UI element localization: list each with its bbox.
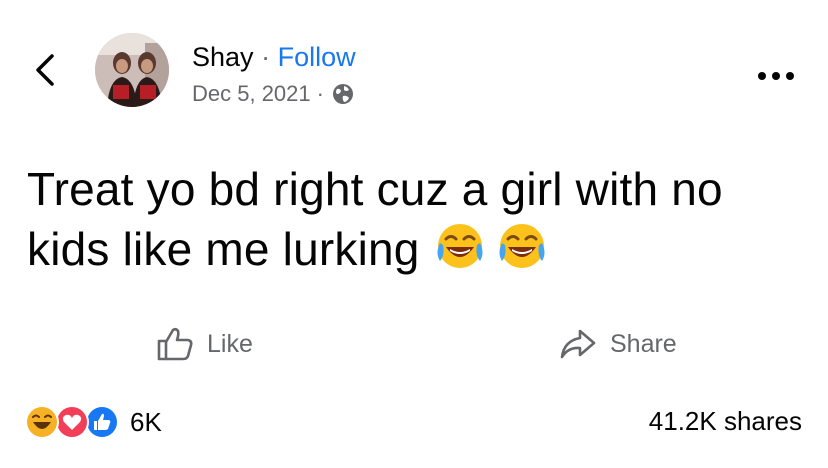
haha-reaction-icon <box>25 405 59 439</box>
name-separator: · <box>261 42 271 72</box>
chevron-left-icon <box>36 54 54 86</box>
author-row: Shay · Follow <box>192 40 356 74</box>
face-with-tears-of-joy-icon <box>437 224 483 268</box>
post-text: Treat yo bd right cuz a girl with no kid… <box>27 160 807 279</box>
thumbs-up-icon <box>157 327 193 361</box>
like-button[interactable]: Like <box>155 322 253 366</box>
meta-separator: · <box>316 81 324 106</box>
reaction-count: 6K <box>130 406 162 437</box>
share-button[interactable]: Share <box>558 322 677 366</box>
share-label: Share <box>610 329 677 358</box>
more-horizontal-icon <box>758 72 794 80</box>
post-text-body: Treat yo bd right cuz a girl with no kid… <box>27 163 723 275</box>
avatar-photo <box>95 33 169 107</box>
follow-button[interactable]: Follow <box>278 42 356 72</box>
avatar[interactable] <box>95 33 169 107</box>
share-arrow-icon <box>560 329 596 359</box>
face-with-tears-of-joy-icon <box>499 224 545 268</box>
author-name[interactable]: Shay <box>192 42 254 72</box>
emoji-group <box>434 219 548 271</box>
post-meta: Dec 5, 2021 · <box>192 80 354 108</box>
like-label: Like <box>207 329 253 358</box>
shares-count[interactable]: 41.2K shares <box>649 406 802 437</box>
more-options-button[interactable] <box>754 66 798 86</box>
globe-icon[interactable] <box>332 83 354 105</box>
post-page: Shay · Follow Dec 5, 2021 · Treat yo bd … <box>0 0 828 468</box>
reactions-summary[interactable]: 6K <box>24 404 162 440</box>
post-date[interactable]: Dec 5, 2021 <box>192 80 311 108</box>
back-button[interactable] <box>28 50 62 90</box>
